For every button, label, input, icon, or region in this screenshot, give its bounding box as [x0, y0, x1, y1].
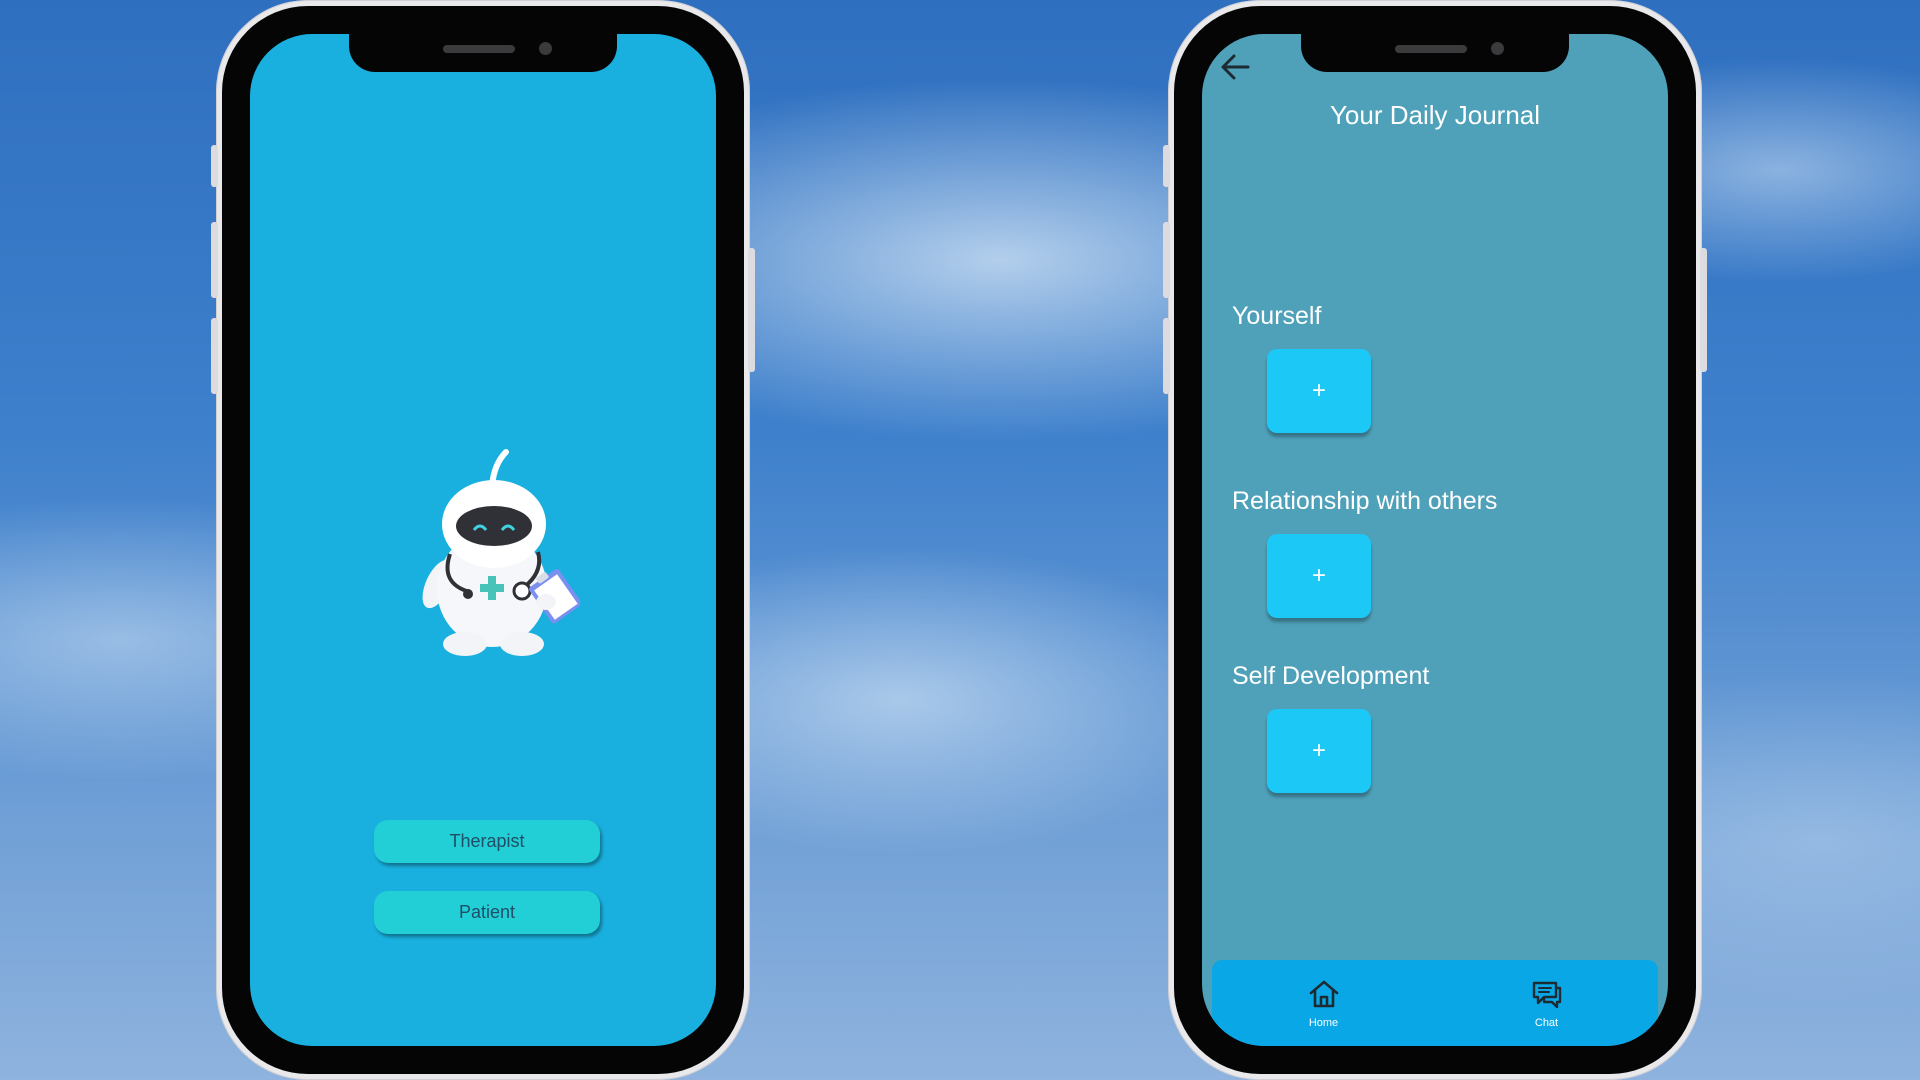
journal-screen: Your Daily Journal Yourself + Relationsh…: [1202, 34, 1668, 1046]
phone-bezel: Your Daily Journal Yourself + Relationsh…: [1174, 6, 1696, 1074]
section-label-self-development: Self Development: [1232, 662, 1430, 690]
page-title: Your Daily Journal: [1329, 100, 1541, 130]
speaker: [1395, 45, 1467, 53]
section-label-relationship: Relationship with others: [1232, 487, 1498, 515]
nav-item-home[interactable]: Home: [1212, 960, 1435, 1046]
therapist-button[interactable]: Therapist: [374, 820, 600, 863]
add-relationship-button[interactable]: +: [1267, 534, 1371, 618]
add-self-development-button[interactable]: +: [1267, 709, 1371, 793]
nav-label-chat: Chat: [1534, 1017, 1559, 1029]
nav-item-chat[interactable]: Chat: [1435, 960, 1658, 1046]
front-camera: [539, 42, 552, 55]
power-button: [748, 248, 755, 372]
chat-icon: [1532, 981, 1561, 1009]
welcome-screen: Therapist Patient: [250, 34, 716, 1046]
back-arrow-icon[interactable]: [1218, 50, 1252, 84]
home-icon: [1309, 980, 1338, 1008]
volume-down-button: [211, 318, 218, 394]
phone-bezel: Therapist Patient: [222, 6, 744, 1074]
bottom-nav: Home Chat: [1212, 960, 1658, 1046]
mute-switch: [1163, 145, 1170, 187]
robot-doctor-mascot: [422, 449, 580, 656]
front-camera: [1491, 42, 1504, 55]
notch: [1301, 34, 1569, 72]
mute-switch: [211, 145, 218, 187]
volume-down-button: [1163, 318, 1170, 394]
nav-label-home: Home: [1308, 1017, 1339, 1029]
section-label-yourself: Yourself: [1232, 302, 1322, 330]
phone-journal: Your Daily Journal Yourself + Relationsh…: [1163, 0, 1707, 1080]
volume-up-button: [211, 222, 218, 298]
add-yourself-button[interactable]: +: [1267, 349, 1371, 433]
speaker: [443, 45, 515, 53]
notch: [349, 34, 617, 72]
patient-button[interactable]: Patient: [374, 891, 600, 934]
power-button: [1700, 248, 1707, 372]
volume-up-button: [1163, 222, 1170, 298]
phone-welcome: Therapist Patient: [211, 0, 755, 1080]
